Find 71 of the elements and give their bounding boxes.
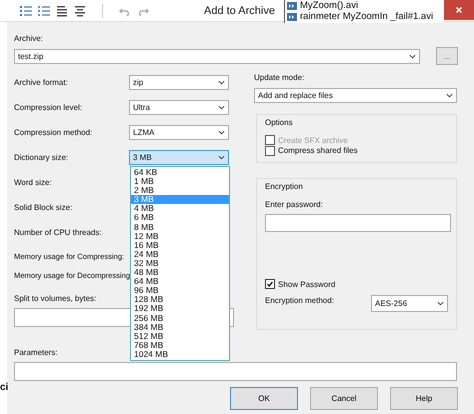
background-text: ci xyxy=(0,382,8,393)
update-mode-combo[interactable]: Add and replace files xyxy=(254,88,457,103)
group-title: Encryption xyxy=(265,181,304,193)
group-title: Options xyxy=(265,117,294,129)
dropdown-option[interactable]: 24 MB xyxy=(131,250,229,259)
dialog-button[interactable]: Cancel xyxy=(310,387,378,410)
checkbox-label: Compress shared files xyxy=(278,146,358,156)
dropdown-option[interactable]: 32 MB xyxy=(131,258,229,268)
setting-label: Number of CPU threads: xyxy=(14,228,103,237)
dropdown-option[interactable]: 48 MB xyxy=(131,268,229,278)
bullet-list-icon[interactable] xyxy=(38,4,50,16)
setting-combo[interactable]: Ultra xyxy=(129,100,229,115)
field-label: Parameters: xyxy=(14,347,58,359)
dialog-button[interactable]: OK xyxy=(230,387,298,410)
checkbox[interactable] xyxy=(265,146,275,156)
parameters-field[interactable] xyxy=(14,362,457,381)
setting-label: Compression level: xyxy=(14,103,84,112)
field-label: Update mode: xyxy=(254,72,304,84)
dropdown-option[interactable]: 1024 MB xyxy=(131,350,229,359)
chevron-icon xyxy=(218,105,225,110)
setting-combo[interactable]: 3 MB xyxy=(129,150,229,165)
dropdown-option[interactable]: 1 MB xyxy=(131,177,229,186)
setting-combo[interactable]: LZMA xyxy=(129,125,229,140)
chevron-icon xyxy=(446,93,453,98)
browse-button[interactable]: ... xyxy=(436,47,458,65)
file-name[interactable]: MyZoom().avi xyxy=(300,0,358,11)
chevron-icon xyxy=(409,54,416,58)
indent-icon[interactable] xyxy=(74,4,86,16)
archive-combo[interactable]: test.zip xyxy=(14,48,420,64)
field-label: Enter password: xyxy=(265,199,323,211)
file-name[interactable]: rainmeter MyZoomIn _fail#1.avi xyxy=(300,11,434,22)
video-file-icon xyxy=(287,12,297,20)
align-icon[interactable] xyxy=(56,4,68,16)
dropdown-option[interactable]: 64 MB xyxy=(131,277,229,286)
dropdown-option[interactable]: 16 MB xyxy=(131,240,229,250)
dropdown-option[interactable]: 64 KB xyxy=(131,168,229,178)
dropdown-option[interactable]: 512 MB xyxy=(131,332,229,341)
close-button[interactable] xyxy=(444,0,474,20)
dropdown-option[interactable]: 8 MB xyxy=(131,222,229,232)
setting-label: Compression method: xyxy=(14,128,94,137)
encryption-method-combo[interactable]: AES-256 xyxy=(371,295,448,312)
chevron-icon xyxy=(437,301,444,306)
setting-label: Word size: xyxy=(14,178,53,187)
field-label: Split to volumes, bytes: xyxy=(14,293,96,305)
dropdown-option[interactable]: 12 MB xyxy=(131,232,229,241)
dropdown-option[interactable]: 768 MB xyxy=(131,340,229,350)
dropdown-option[interactable]: 384 MB xyxy=(131,322,229,332)
field-label: Archive: xyxy=(14,33,43,45)
dropdown-option[interactable]: 128 MB xyxy=(131,295,229,304)
checkbox-label: Show Password xyxy=(278,280,336,288)
setting-combo[interactable]: zip xyxy=(129,75,229,90)
dropdown-option[interactable]: 2 MB xyxy=(131,186,229,196)
chevron-icon xyxy=(218,130,225,135)
setting-label: Archive format: xyxy=(14,78,69,87)
dialog-button[interactable]: Help xyxy=(390,387,458,410)
chevron-icon xyxy=(218,155,225,160)
checkbox-label: Create SFX archive xyxy=(278,136,348,145)
chevron-icon xyxy=(218,80,225,85)
checkbox[interactable] xyxy=(265,279,275,289)
close-icon xyxy=(455,6,463,14)
dropdown-option[interactable]: 6 MB xyxy=(131,213,229,223)
setting-label: Dictionary size: xyxy=(14,153,70,162)
dropdown-option[interactable]: 192 MB xyxy=(131,304,229,314)
dropdown-option[interactable]: 4 MB xyxy=(131,204,229,214)
dropdown-option[interactable]: 96 MB xyxy=(131,286,229,296)
numbered-list-icon[interactable] xyxy=(20,4,32,16)
dropdown-option[interactable]: 256 MB xyxy=(131,314,229,323)
setting-label: Solid Block size: xyxy=(14,203,74,212)
field-label: Encryption method: xyxy=(265,295,334,307)
password-field[interactable] xyxy=(265,214,451,232)
window-title: Add to Archive xyxy=(204,4,275,16)
